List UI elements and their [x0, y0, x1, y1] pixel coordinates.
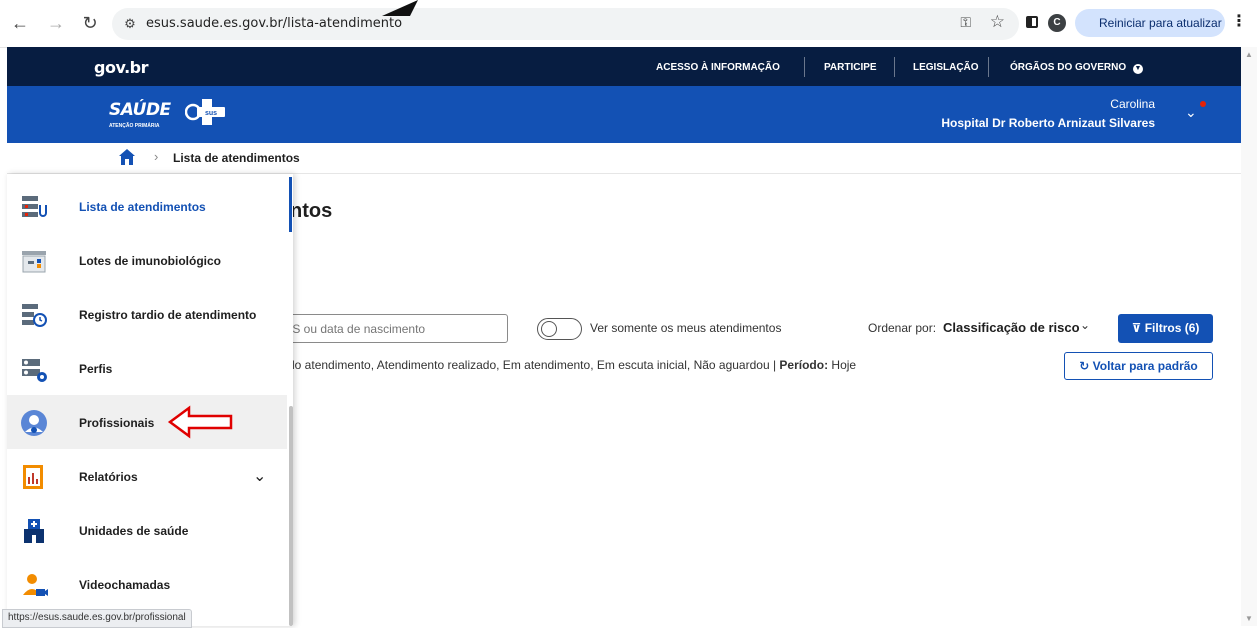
address-bar[interactable]: ⚙ esus.saude.es.gov.br/lista-atendimento… [112, 8, 1019, 40]
video-call-icon [23, 574, 48, 596]
annotation-arrow-icon [167, 405, 233, 439]
url-text[interactable]: esus.saude.es.gov.br/lista-atendimento [146, 16, 402, 31]
govbr-logo[interactable]: gov.br [94, 58, 149, 77]
gov-link-orgaos-label: ÓRGÃOS DO GOVERNO [1010, 62, 1127, 73]
menu-item-profissionais[interactable]: Profissionais [7, 395, 287, 449]
user-menu-chevron-icon[interactable]: ⌄ [1185, 104, 1197, 121]
active-filters-summary: do atendimento, Atendimento realizado, E… [288, 358, 856, 372]
bookmark-star-icon[interactable]: ☆ [990, 12, 1005, 32]
profiles-gear-icon [22, 359, 47, 382]
menu-item-unidades-saude[interactable]: Unidades de saúde [7, 503, 287, 557]
esus-cross-icon: sus [185, 99, 225, 125]
menu-label: Profissionais [79, 416, 155, 430]
menu-item-lotes-imunobiologico[interactable]: Lotes de imunobiológico [7, 233, 287, 287]
menu-label: Videochamadas [79, 578, 171, 592]
notification-dot [1200, 101, 1206, 107]
menu-item-videochamadas[interactable]: Videochamadas [7, 557, 287, 611]
back-icon[interactable]: ← [8, 11, 32, 35]
gov-link-acesso[interactable]: ACESSO À INFORMAÇÃO [656, 62, 780, 73]
gov-link-orgaos[interactable]: ÓRGÃOS DO GOVERNO ▼ [1010, 62, 1143, 74]
more-menu-icon[interactable]: ⋮ [1231, 11, 1247, 31]
menu-label: Lotes de imunobiológico [79, 254, 221, 268]
search-input[interactable] [280, 314, 508, 343]
page-scrollbar[interactable]: ▲ ▼ [1241, 47, 1257, 626]
chevron-down-icon[interactable]: ⌄ [1080, 318, 1090, 332]
user-name[interactable]: Carolina [1110, 97, 1155, 111]
divider [894, 57, 895, 77]
site-settings-icon[interactable]: ⚙ [120, 14, 140, 34]
menu-label: Lista de atendimentos [79, 200, 206, 214]
scroll-down-icon[interactable]: ▼ [1245, 614, 1253, 623]
late-record-icon [22, 304, 47, 327]
gov-link-legislacao[interactable]: LEGISLAÇÃO [913, 62, 979, 73]
divider [804, 57, 805, 77]
breadcrumb-separator-icon: › [154, 149, 159, 164]
link-status-url: https://esus.saude.es.gov.br/profissiona… [2, 609, 192, 628]
toggle-knob [541, 321, 557, 337]
menu-item-perfis[interactable]: Perfis [7, 341, 287, 395]
order-by-select[interactable]: Classificação de risco [943, 320, 1080, 335]
menu-label: Registro tardio de atendimento [79, 308, 257, 322]
filters-button-label: Filtros (6) [1144, 321, 1200, 335]
page-title: ntos [290, 200, 333, 222]
chevron-down-icon: ▼ [1132, 64, 1143, 74]
menu-scrollbar[interactable] [287, 174, 293, 626]
vaccine-lots-icon [22, 251, 46, 273]
professional-user-icon [21, 410, 47, 436]
menu-item-lista-atendimentos[interactable]: Lista de atendimentos [7, 179, 287, 233]
clipboard-stethoscope-icon [22, 196, 47, 217]
active-item-indicator [289, 177, 292, 232]
side-menu: Lista de atendimentos Lotes de imunobiol… [7, 174, 293, 626]
badge-text: sus [205, 110, 217, 117]
app-header: SAÚDE sus ATENÇÃO PRIMÁRIA Carolina Hosp… [7, 86, 1241, 143]
breadcrumb-current: Lista de atendimentos [173, 151, 300, 165]
report-chart-icon [23, 465, 43, 489]
my-appointments-toggle[interactable] [537, 318, 582, 340]
menu-scrollbar-thumb[interactable] [289, 406, 293, 626]
menu-item-registro-tardio[interactable]: Registro tardio de atendimento [7, 287, 287, 341]
period-label: Período: [779, 358, 829, 372]
update-button[interactable]: Reiniciar para atualizar [1075, 9, 1225, 37]
filter-funnel-icon: ⊽ [1131, 321, 1142, 335]
menu-label: Unidades de saúde [79, 524, 189, 538]
reset-filters-label: Voltar para padrão [1092, 359, 1198, 373]
toggle-label: Ver somente os meus atendimentos [590, 321, 782, 335]
filter-summary-text: do atendimento, Atendimento realizado, E… [288, 358, 780, 372]
reset-icon: ↻ [1079, 359, 1090, 373]
period-value: Hoje [828, 358, 857, 372]
brand-subtitle: ATENÇÃO PRIMÁRIA [109, 123, 160, 129]
gov-link-participe[interactable]: PARTICIPE [824, 62, 877, 73]
reset-filters-button[interactable]: ↻ Voltar para padrão [1064, 352, 1213, 380]
home-icon[interactable] [118, 148, 136, 166]
health-unit-icon [24, 519, 44, 543]
cursor-pointer-icon [382, 0, 418, 16]
profile-avatar[interactable]: C [1048, 14, 1066, 32]
brand-name: SAÚDE [109, 100, 171, 120]
scroll-up-icon[interactable]: ▲ [1245, 50, 1253, 59]
reload-icon[interactable]: ↻ [78, 11, 102, 35]
user-unit[interactable]: Hospital Dr Roberto Arnizaut Silvares [941, 116, 1155, 130]
order-by-label: Ordenar por: [868, 321, 937, 335]
saude-logo[interactable]: SAÚDE sus ATENÇÃO PRIMÁRIA [109, 99, 225, 129]
menu-item-relatorios[interactable]: Relatórios ⌄ [7, 449, 287, 503]
password-key-icon[interactable]: ⚿ [960, 14, 971, 31]
chevron-down-icon[interactable]: ⌄ [253, 466, 266, 486]
divider [988, 57, 989, 77]
gov-bar: gov.br ACESSO À INFORMAÇÃO PARTICIPE LEG… [7, 47, 1241, 86]
forward-icon[interactable]: → [44, 11, 68, 35]
side-panel-icon[interactable] [1026, 16, 1038, 28]
breadcrumb: › Lista de atendimentos [7, 143, 1241, 174]
menu-label: Relatórios [79, 470, 138, 484]
filters-button[interactable]: ⊽ Filtros (6) [1118, 314, 1213, 343]
menu-label: Perfis [79, 362, 113, 376]
browser-toolbar: ← → ↻ ⚙ esus.saude.es.gov.br/lista-atend… [0, 0, 1257, 48]
